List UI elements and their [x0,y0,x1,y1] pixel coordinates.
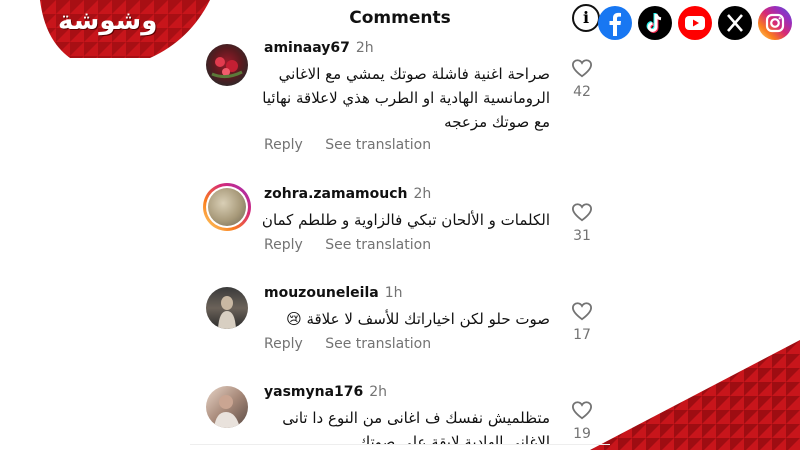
comment-text: صراحة اغنية فاشلة صوتك يمشي مع الاغاني ا… [230,62,550,134]
comment-actions: Reply See translation [264,336,449,352]
comment-text: متظلميش نفسك ف اغانى من النوع دا تانى ال… [230,406,550,444]
comment-line: صراحة اغنية فاشلة صوتك يمشي مع الاغاني [278,65,550,83]
brand-logo-text: وشوشة [58,6,158,36]
comment-text: صوت حلو لكن اخياراتك للأسف لا علاقة 😢 [230,307,550,331]
heart-icon[interactable] [570,202,594,227]
corner-decoration [590,340,800,450]
comment-line: مع صوتك مزعجه [444,113,550,131]
username-text[interactable]: mouzouneleila [264,285,379,301]
comment-item: mouzouneleila 1h صوت حلو لكن اخياراتك للأ… [200,285,600,365]
comment-time: 2h [413,186,432,202]
comment-username[interactable]: yasmyna176 2h [264,384,387,400]
comment-time: 1h [384,285,403,301]
comment-time: 2h [369,384,388,400]
tiktok-icon[interactable] [638,6,672,40]
reply-button[interactable]: Reply [264,336,303,352]
comment-username[interactable]: zohra.zamamouch 2h [264,186,431,202]
info-icon[interactable]: i [572,4,600,32]
like-count: 19 [573,426,591,442]
heart-icon[interactable] [570,301,594,326]
reply-button[interactable]: Reply [264,137,303,153]
see-translation-button[interactable]: See translation [325,137,431,153]
comment-actions: Reply See translation [264,237,449,253]
username-text[interactable]: zohra.zamamouch [264,186,407,202]
username-text[interactable]: yasmyna176 [264,384,363,400]
facebook-icon[interactable] [598,6,632,40]
comment-time: 2h [355,40,374,56]
comment-username[interactable]: aminaay67 2h [264,40,374,56]
comment-text: الكلمات و الألحان تبكي فالزاوية و طلطم ك… [230,208,550,232]
x-icon[interactable] [718,6,752,40]
see-translation-button[interactable]: See translation [325,237,431,253]
heart-icon[interactable] [570,400,594,425]
reply-button[interactable]: Reply [264,237,303,253]
see-translation-button[interactable]: See translation [325,336,431,352]
comment-item: yasmyna176 2h متظلميش نفسك ف اغانى من الن… [200,384,600,444]
comment-item: aminaay67 2h صراحة اغنية فاشلة صوتك يمشي … [200,40,600,160]
youtube-icon[interactable] [678,6,712,40]
comment-line: صوت حلو لكن اخياراتك للأسف لا علاقة 😢 [286,310,550,328]
instagram-icon[interactable] [758,6,792,40]
comment-username[interactable]: mouzouneleila 1h [264,285,403,301]
like-count: 42 [573,84,591,100]
like-count: 31 [573,228,591,244]
page-title: Comments [349,8,451,28]
comment-line: الرومانسية الهادية او الطرب هذي لاعلاقة … [262,89,550,107]
comment-line: الكلمات و الألحان تبكي فالزاوية و طلطم ك… [261,211,550,229]
comment-line: متظلميش نفسك ف اغانى من النوع دا تانى [282,409,550,427]
like-count: 17 [573,327,591,343]
brand-logo: وشوشة [0,0,210,58]
heart-icon[interactable] [570,58,594,83]
username-text[interactable]: aminaay67 [264,40,350,56]
comment-item: zohra.zamamouch 2h الكلمات و الألحان تبكي… [200,183,600,266]
bottom-divider [190,444,610,445]
comment-actions: Reply See translation [264,137,449,153]
comment-line: الاغانى الهادية لايقة على صوتك [357,433,550,444]
